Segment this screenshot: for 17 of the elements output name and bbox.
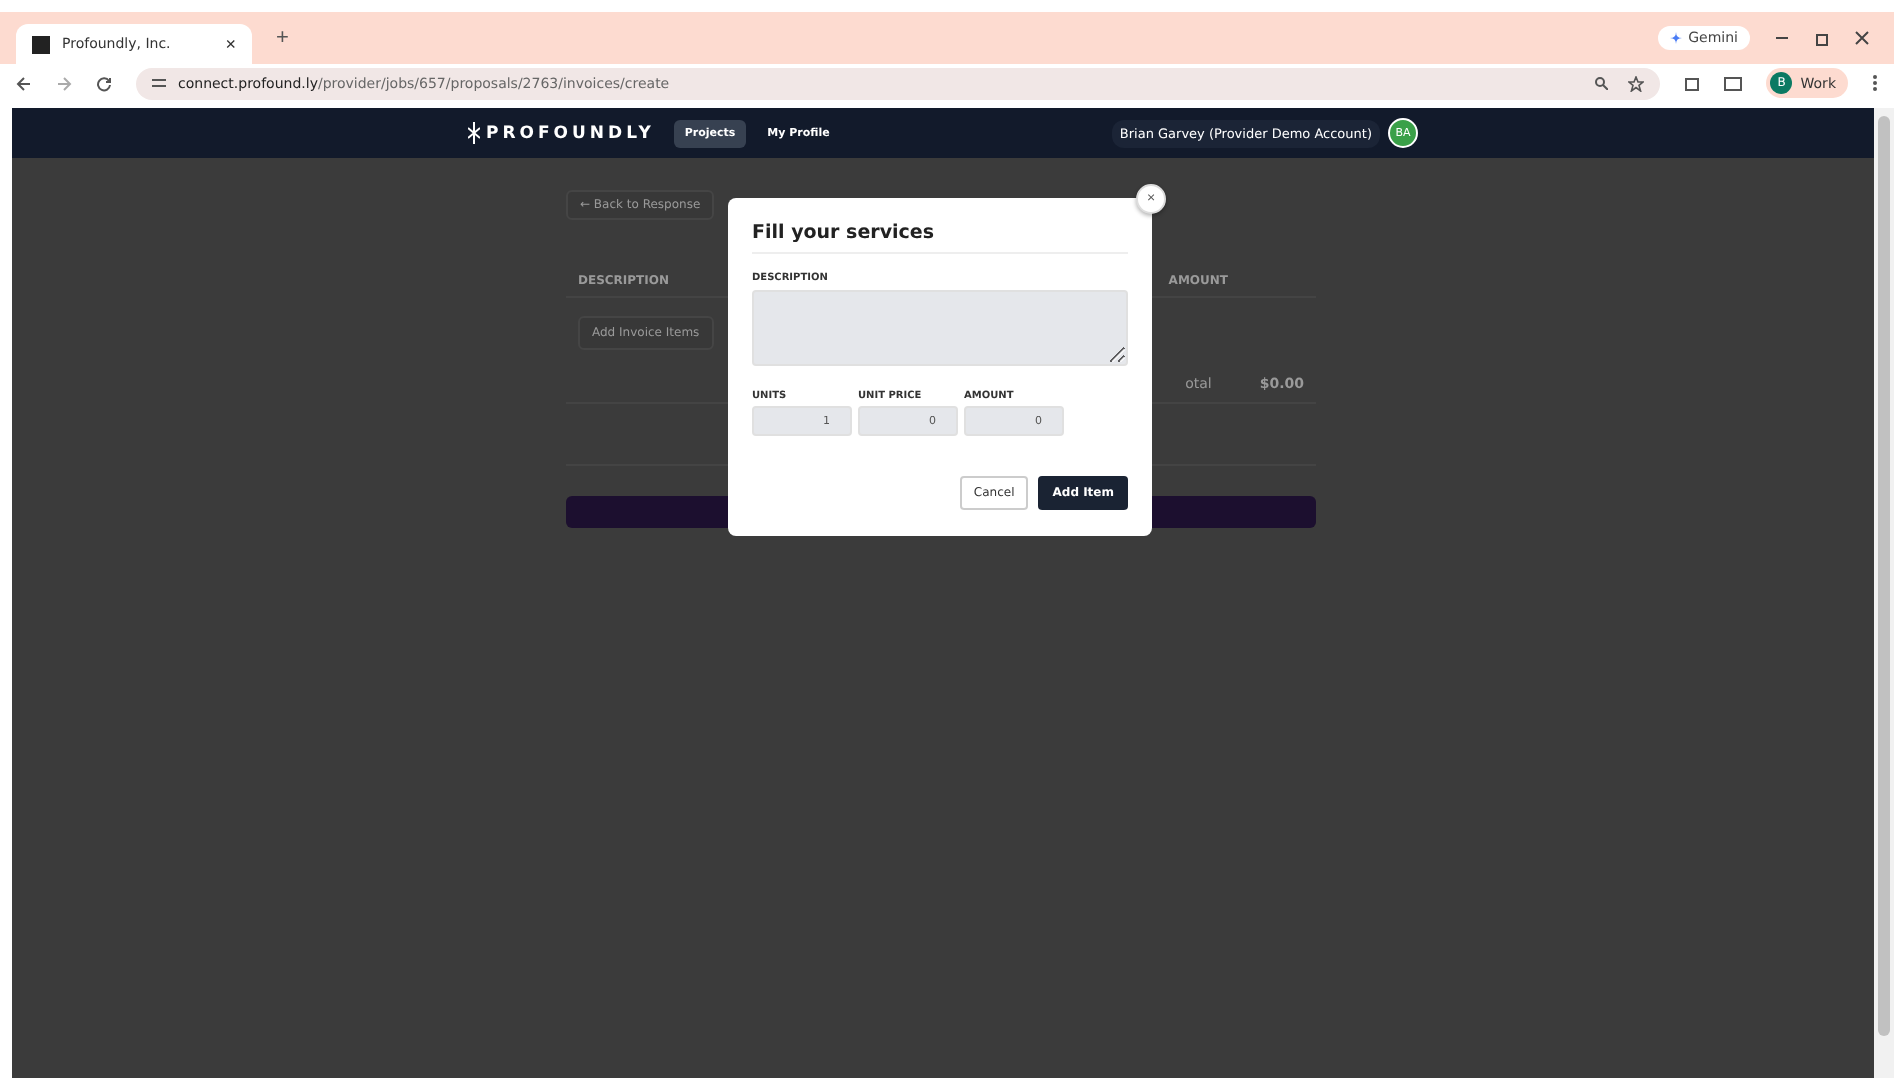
close-icon[interactable] — [1854, 30, 1870, 46]
logo-icon — [468, 122, 480, 144]
tune-icon — [152, 76, 166, 90]
star-icon[interactable] — [1628, 75, 1645, 91]
restore-icon[interactable] — [1814, 30, 1830, 46]
reload-icon[interactable] — [96, 75, 112, 91]
search-icon[interactable] — [1594, 75, 1609, 89]
back-arrow-icon[interactable] — [16, 75, 32, 91]
favicon-icon — [32, 35, 50, 53]
modal-title: Fill your services — [752, 222, 1128, 254]
scrollbar-thumb[interactable] — [1878, 116, 1890, 1036]
sparkle-icon — [1670, 32, 1683, 44]
menu-icon[interactable] — [1872, 74, 1878, 92]
logo-text: PROFOUNDLY — [486, 123, 655, 143]
close-tab-button[interactable]: × — [225, 34, 236, 54]
new-tab-button[interactable]: + — [264, 24, 301, 52]
description-field[interactable] — [752, 290, 1128, 366]
